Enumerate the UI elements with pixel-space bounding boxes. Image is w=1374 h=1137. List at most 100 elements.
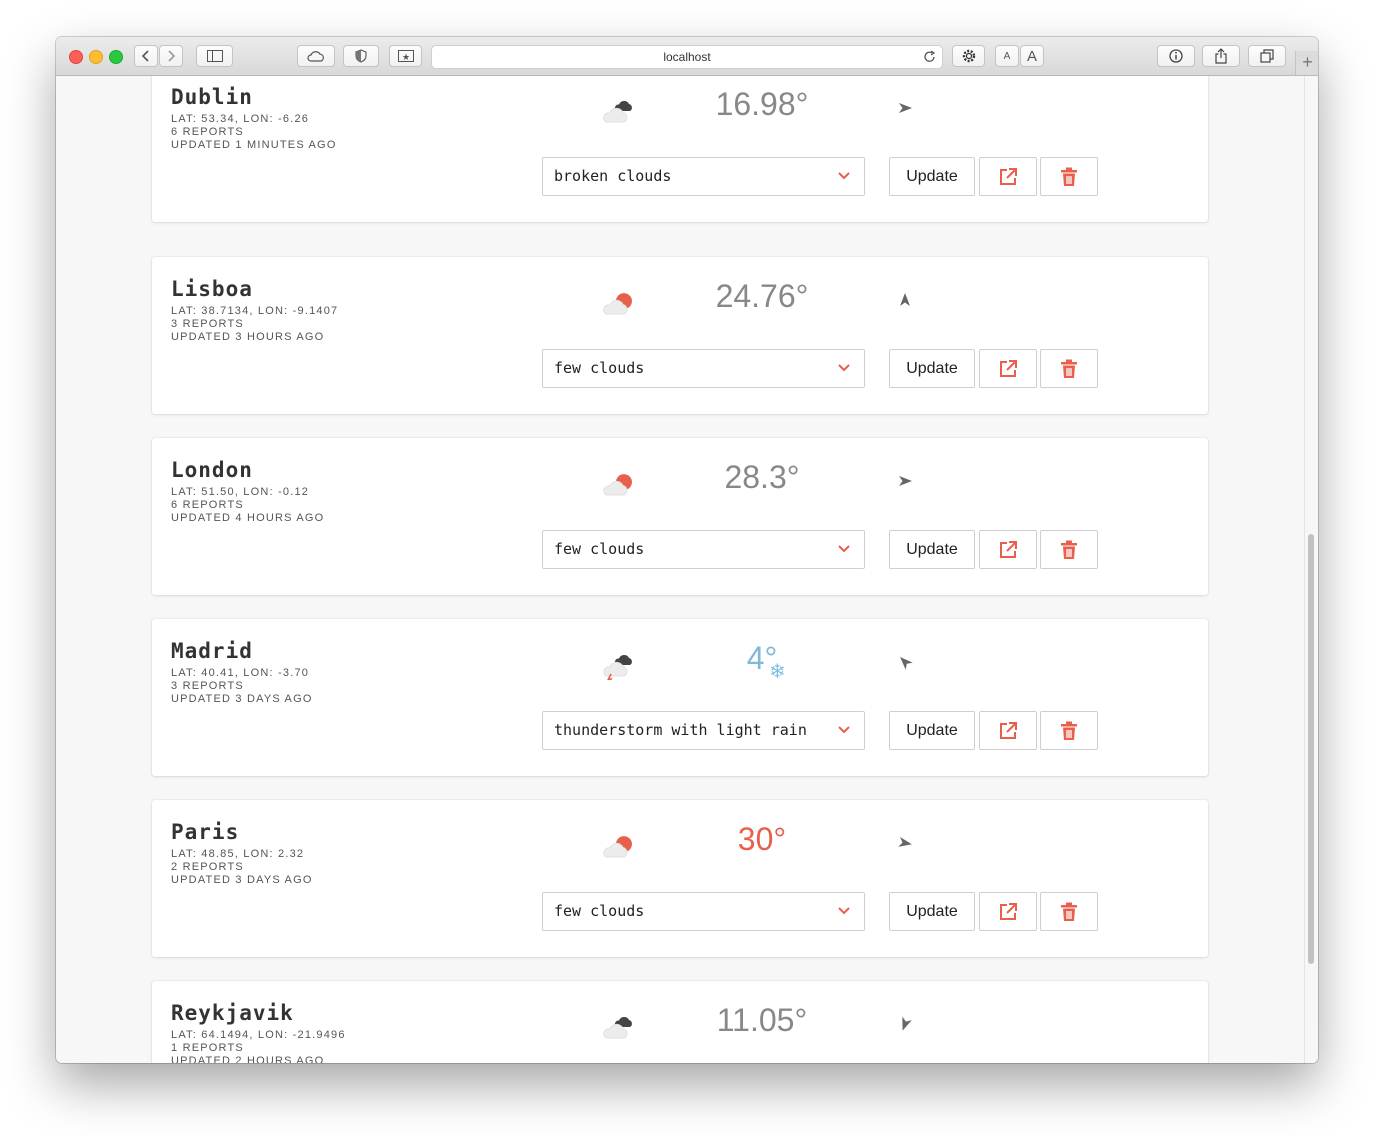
condition-select[interactable]: few clouds	[542, 530, 865, 569]
delete-button[interactable]	[1040, 892, 1098, 931]
extension-button[interactable]	[952, 45, 985, 67]
condition-selected-value: few clouds	[554, 540, 645, 558]
share-button[interactable]	[1202, 45, 1240, 67]
url-text: localhost	[663, 50, 711, 64]
shield-icon	[355, 49, 367, 63]
reader-info-button[interactable]	[1157, 45, 1195, 67]
city-updated-time: UPDATED 3 DAYS AGO	[171, 693, 313, 705]
city-card: Paris LAT: 48.85, LON: 2.32 2 REPORTS UPDAT…	[152, 800, 1208, 957]
city-updated-time: UPDATED 4 HOURS AGO	[171, 512, 325, 524]
open-external-button[interactable]	[979, 157, 1037, 196]
city-report-count: 2 REPORTS	[171, 861, 244, 873]
city-coordinates: LAT: 40.41, LON: -3.70	[171, 667, 310, 679]
bookmark-star-icon: ★	[397, 50, 414, 62]
wind-direction-icon	[900, 293, 910, 306]
chevron-down-icon	[838, 726, 850, 734]
update-button[interactable]: Update	[889, 157, 975, 196]
svg-text:★: ★	[401, 52, 409, 62]
update-button[interactable]: Update	[889, 530, 975, 569]
chevron-down-icon	[838, 907, 850, 915]
wind-direction-icon	[900, 657, 913, 670]
external-link-icon	[1000, 167, 1017, 185]
delete-button[interactable]	[1040, 530, 1098, 569]
delete-button[interactable]	[1040, 349, 1098, 388]
open-external-button[interactable]	[979, 892, 1037, 931]
city-coordinates: LAT: 53.34, LON: -6.26	[171, 113, 310, 125]
temperature-value: 28.3°	[724, 459, 800, 495]
reload-icon[interactable]	[923, 50, 937, 64]
bookmarks-button[interactable]: ★	[389, 45, 422, 67]
condition-selected-value: few clouds	[554, 359, 645, 377]
city-name: Madrid	[171, 639, 253, 663]
thunderstorm-icon	[603, 655, 632, 680]
increase-font-button[interactable]: A	[1020, 45, 1044, 67]
open-external-button[interactable]	[979, 711, 1037, 750]
few-clouds-icon	[603, 293, 632, 315]
chevron-left-icon	[141, 50, 149, 62]
city-coordinates: LAT: 48.85, LON: 2.32	[171, 848, 305, 860]
temperature-value: 11.05°	[716, 1002, 808, 1038]
trash-icon	[1061, 902, 1077, 921]
address-bar[interactable]: localhost	[431, 45, 943, 69]
icloud-tabs-button[interactable]	[297, 45, 335, 67]
city-name: London	[171, 458, 253, 482]
city-card: Madrid LAT: 40.41, LON: -3.70 3 REPORTS UPD…	[152, 619, 1208, 776]
tab-overview-button[interactable]	[1248, 45, 1286, 67]
scrollbar-thumb[interactable]	[1308, 534, 1314, 964]
decrease-font-button[interactable]: A	[995, 45, 1019, 67]
gear-icon	[962, 49, 975, 63]
open-external-button[interactable]	[979, 530, 1037, 569]
wind-direction-icon	[902, 1016, 912, 1031]
city-updated-time: UPDATED 3 DAYS AGO	[171, 874, 313, 886]
few-clouds-icon	[603, 474, 632, 496]
tabs-icon	[1260, 49, 1274, 63]
condition-selected-value: thunderstorm with light rain	[554, 721, 807, 739]
open-external-button[interactable]	[979, 349, 1037, 388]
city-report-count: 3 REPORTS	[171, 680, 244, 692]
back-button[interactable]	[134, 45, 158, 67]
condition-select[interactable]: broken clouds	[542, 157, 865, 196]
update-button[interactable]: Update	[889, 892, 975, 931]
update-button-label: Update	[906, 721, 958, 739]
city-name: Paris	[171, 820, 240, 844]
sidebar-toggle-button[interactable]	[196, 45, 233, 67]
city-card: Lisboa LAT: 38.7134, LON: -9.1407 3 REPORT…	[152, 257, 1208, 414]
delete-button[interactable]	[1040, 157, 1098, 196]
minimize-window-button[interactable]	[89, 50, 103, 64]
close-window-button[interactable]	[69, 50, 83, 64]
info-icon	[1169, 49, 1183, 63]
forward-button[interactable]	[159, 45, 183, 67]
condition-select[interactable]: thunderstorm with light rain	[542, 711, 865, 750]
page-content[interactable]: Dublin LAT: 53.34, LON: -6.26 6 REPORTS UPD…	[56, 76, 1318, 1063]
condition-selected-value: broken clouds	[554, 167, 672, 185]
city-report-count: 3 REPORTS	[171, 318, 244, 330]
delete-button[interactable]	[1040, 711, 1098, 750]
trash-icon	[1061, 540, 1077, 559]
condition-select[interactable]: few clouds	[542, 892, 865, 931]
zoom-window-button[interactable]	[109, 50, 123, 64]
privacy-shield-button[interactable]	[343, 45, 379, 67]
city-name: Dublin	[171, 85, 253, 109]
external-link-icon	[1000, 540, 1017, 558]
city-updated-time: UPDATED 3 HOURS AGO	[171, 331, 325, 343]
update-button[interactable]: Update	[889, 711, 975, 750]
update-button[interactable]: Update	[889, 349, 975, 388]
city-updated-time: UPDATED 1 MINUTES AGO	[171, 139, 337, 151]
temperature-value: 16.98°	[715, 86, 809, 122]
share-icon	[1215, 48, 1227, 64]
condition-select[interactable]: few clouds	[542, 349, 865, 388]
chevron-right-icon	[168, 50, 176, 62]
cloud-icon	[307, 51, 324, 62]
temperature-value: 30°	[737, 821, 787, 857]
wind-direction-icon	[898, 837, 912, 847]
wind-direction-icon	[899, 103, 912, 113]
city-coordinates: LAT: 51.50, LON: -0.12	[171, 486, 310, 498]
city-card: London LAT: 51.50, LON: -0.12 6 REPORTS UPD…	[152, 438, 1208, 595]
browser-toolbar: ★ localhost A A +	[56, 37, 1318, 76]
broken-clouds-icon	[603, 1017, 632, 1039]
city-updated-time: UPDATED 2 HOURS AGO	[171, 1055, 325, 1063]
few-clouds-icon	[603, 836, 632, 858]
snowflake-icon: ❄	[769, 661, 786, 683]
city-coordinates: LAT: 64.1494, LON: -21.9496	[171, 1029, 346, 1041]
new-tab-button[interactable]: +	[1295, 51, 1318, 75]
